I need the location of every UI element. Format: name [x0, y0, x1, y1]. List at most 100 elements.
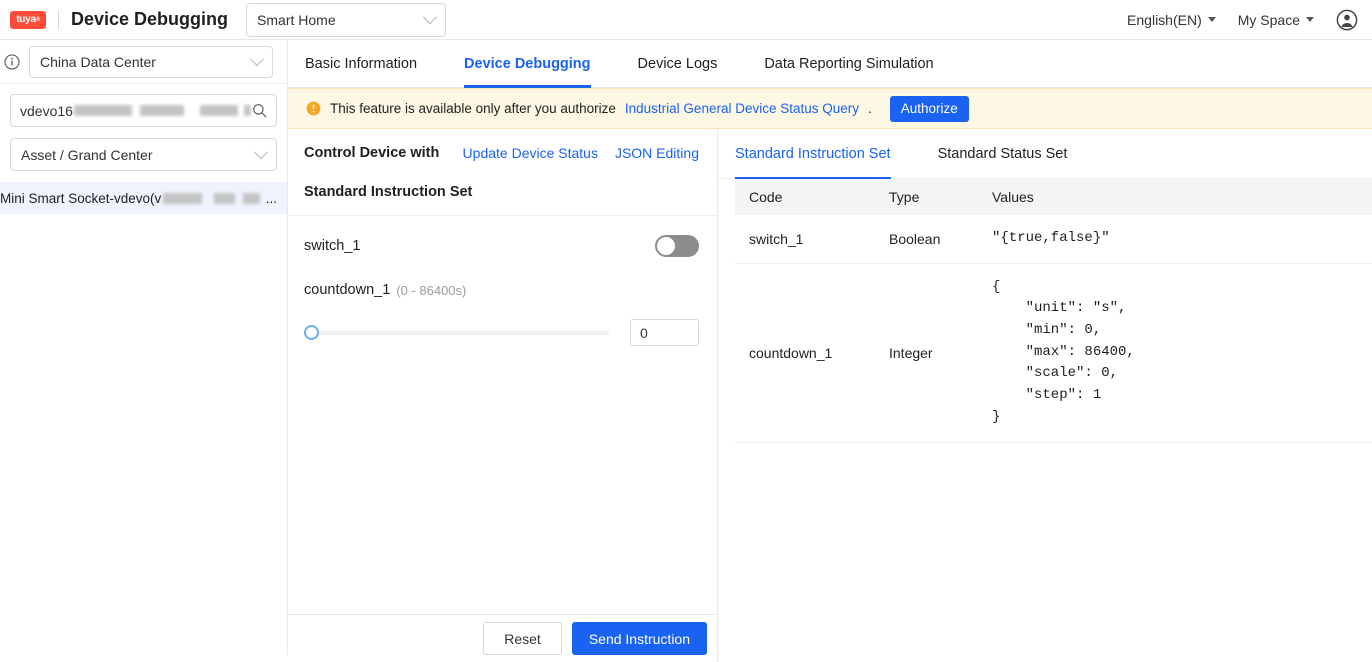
project-select-value: Smart Home	[257, 11, 336, 28]
space-menu[interactable]: My Space	[1238, 12, 1314, 28]
switch-1-toggle[interactable]	[655, 235, 699, 257]
info-circle-icon	[4, 53, 20, 70]
cell-code: switch_1	[735, 215, 875, 264]
control-panel-header: Control Device with Update Device Status…	[288, 129, 717, 200]
control-panel-title-row: Control Device with Update Device Status…	[304, 145, 699, 161]
cell-type: Boolean	[875, 215, 978, 264]
app-header: tuya ® Device Debugging Smart Home Englis…	[0, 0, 1372, 40]
tuya-logo: tuya ®	[10, 10, 46, 29]
device-list: Mini Smart Socket-vdevo(v ...	[0, 182, 287, 214]
datapoint-switch-1: switch_1	[304, 235, 699, 257]
redacted-block	[213, 192, 235, 204]
list-item[interactable]: Mini Smart Socket-vdevo(v ...	[0, 182, 287, 214]
authorization-alert: This feature is available only after you…	[288, 88, 1372, 129]
cell-values: "{true,false}"	[978, 215, 1372, 264]
language-label: English(EN)	[1127, 11, 1202, 28]
redacted-block	[73, 105, 132, 116]
tab-label: Data Reporting Simulation	[764, 55, 934, 72]
main-tabs: Basic Information Device Debugging Devic…	[288, 40, 1372, 88]
device-item-ellipsis: ...	[265, 190, 277, 206]
countdown-1-value: 0	[639, 324, 648, 341]
header-right-group: English(EN) My Space	[1127, 9, 1372, 31]
tab-standard-instruction-set[interactable]: Standard Instruction Set	[735, 129, 891, 179]
control-panel-title: Control Device with	[304, 145, 440, 161]
control-panel-links: Update Device Status JSON Editing	[463, 145, 699, 161]
slider-track	[304, 330, 609, 335]
spec-panel: Standard Instruction Set Standard Status…	[718, 129, 1372, 662]
asset-select-value: Asset / Grand Center	[21, 146, 153, 163]
datapoint-label: switch_1	[304, 238, 361, 254]
tab-label: Basic Information	[305, 55, 418, 72]
page-title: Device Debugging	[71, 9, 229, 29]
instruction-set-title: Standard Instruction Set	[304, 184, 473, 200]
authorize-button[interactable]: Authorize	[889, 95, 969, 122]
table-row: switch_1 Boolean "{true,false}"	[735, 215, 1372, 264]
toggle-knob	[657, 237, 675, 255]
column-header-type: Type	[875, 179, 978, 215]
tab-device-debugging[interactable]: Device Debugging	[464, 40, 591, 88]
search-input-value: vdevo16	[20, 102, 73, 119]
redacted-block	[243, 105, 251, 116]
language-menu[interactable]: English(EN)	[1127, 12, 1216, 28]
header-divider	[58, 9, 59, 30]
data-center-value: China Data Center	[40, 53, 156, 70]
warning-circle-icon	[306, 101, 321, 116]
redacted-block	[163, 192, 202, 204]
control-panel: Control Device with Update Device Status…	[288, 129, 718, 662]
datapoint-label: countdown_1	[304, 282, 391, 298]
column-header-values: Values	[978, 179, 1372, 215]
debugging-content: Control Device with Update Device Status…	[288, 129, 1372, 662]
tab-label: Device Logs	[637, 55, 718, 72]
cell-type: Integer	[875, 263, 978, 443]
space-label: My Space	[1237, 11, 1300, 28]
redacted-block	[242, 192, 260, 204]
tab-label: Device Debugging	[464, 55, 591, 72]
table-header-row: Code Type Values	[735, 179, 1372, 215]
spec-table: Code Type Values switch_1 Boolean "{true…	[735, 179, 1372, 443]
alert-link[interactable]: Industrial General Device Status Query	[625, 101, 859, 116]
user-avatar-icon[interactable]	[1336, 9, 1358, 31]
datapoint-range-hint: (0 - 86400s)	[396, 282, 467, 298]
data-center-row: China Data Center	[0, 40, 287, 84]
redacted-block	[139, 105, 184, 116]
search-input[interactable]: vdevo16	[10, 94, 277, 127]
send-instruction-button[interactable]: Send Instruction	[571, 622, 707, 655]
main-content: Basic Information Device Debugging Devic…	[288, 40, 1372, 662]
search-container: vdevo16	[0, 84, 287, 127]
tab-device-logs[interactable]: Device Logs	[638, 40, 718, 87]
column-header-code: Code	[735, 179, 875, 215]
datapoint-countdown-1: countdown_1 (0 - 86400s)	[304, 282, 699, 298]
chevron-down-icon	[422, 9, 438, 24]
update-device-status-link[interactable]: Update Device Status	[463, 145, 598, 161]
redacted-block	[199, 105, 238, 116]
tab-standard-status-set[interactable]: Standard Status Set	[938, 129, 1068, 178]
spec-table-head: Code Type Values	[735, 179, 1372, 215]
alert-text-before: This feature is available only after you…	[330, 101, 616, 116]
tab-basic-information[interactable]: Basic Information	[305, 40, 417, 87]
datapoint-controls: switch_1 countdown_1 (0 - 86400s) 0	[288, 216, 717, 346]
asset-container: Asset / Grand Center	[0, 127, 287, 171]
spec-panel-tabs: Standard Instruction Set Standard Status…	[718, 129, 1372, 179]
spec-table-body: switch_1 Boolean "{true,false}" countdow…	[735, 215, 1372, 443]
alert-text-after: .	[868, 101, 872, 116]
logo-superscript: ®	[35, 16, 40, 23]
json-editing-link[interactable]: JSON Editing	[615, 145, 699, 161]
tab-label: Standard Instruction Set	[735, 145, 891, 162]
table-row: countdown_1 Integer { "unit": "s", "min"…	[735, 263, 1372, 443]
countdown-1-number-input[interactable]: 0	[629, 319, 699, 346]
project-select[interactable]: Smart Home	[246, 2, 447, 37]
chevron-down-icon	[253, 144, 269, 159]
asset-select[interactable]: Asset / Grand Center	[10, 138, 277, 171]
search-icon[interactable]	[252, 103, 267, 118]
cell-code: countdown_1	[735, 263, 875, 443]
search-input-value-group: vdevo16	[20, 103, 252, 119]
chevron-down-icon	[249, 51, 265, 66]
tab-data-reporting-simulation[interactable]: Data Reporting Simulation	[764, 40, 933, 87]
cell-values: { "unit": "s", "min": 0, "max": 86400, "…	[978, 263, 1372, 443]
device-item-label: Mini Smart Socket-vdevo(v	[0, 190, 162, 206]
data-center-select[interactable]: China Data Center	[29, 45, 273, 78]
countdown-1-slider[interactable]	[304, 324, 609, 341]
slider-handle[interactable]	[304, 324, 319, 340]
caret-down-icon	[1207, 17, 1216, 22]
reset-button[interactable]: Reset	[483, 622, 562, 655]
